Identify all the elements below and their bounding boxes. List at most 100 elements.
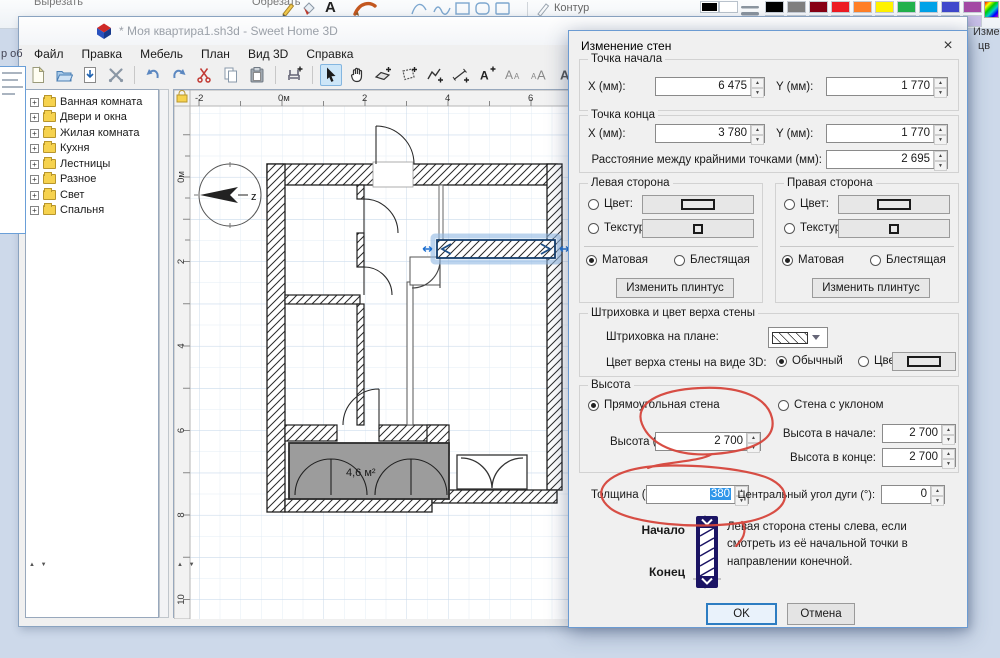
expand-icon[interactable]: + [30, 98, 39, 107]
edit-colors-icon[interactable] [984, 1, 999, 18]
expand-icon[interactable]: + [30, 160, 39, 169]
top-color-button[interactable] [892, 352, 956, 371]
add-text-icon[interactable]: A [476, 64, 498, 86]
right-color-button[interactable] [838, 195, 950, 214]
x-end-spinner[interactable]: 3 780 [655, 124, 765, 143]
palette-swatch[interactable] [765, 1, 784, 13]
create-walls-icon[interactable] [372, 64, 394, 86]
svg-text:A: A [514, 72, 520, 81]
palette-swatch[interactable] [853, 1, 872, 13]
palette-swatch[interactable] [897, 1, 916, 13]
catalog-category-bedroom[interactable]: +Спальня [30, 203, 104, 217]
expand-icon[interactable]: + [30, 129, 39, 138]
menu-file[interactable]: Файл [25, 47, 73, 61]
distance-spinner[interactable]: 2 695 [826, 150, 948, 169]
catalog-category-staircases[interactable]: +Лестницы [30, 157, 110, 171]
expand-icon[interactable]: + [30, 144, 39, 153]
balcony-room[interactable]: 4,6 м² [289, 443, 449, 499]
menu-view3d[interactable]: Вид 3D [239, 47, 297, 61]
furniture-catalog-panel[interactable]: +Ванная комната +Двери и окна +Жилая ком… [25, 89, 159, 618]
pan-tool-icon[interactable] [346, 64, 368, 86]
copy-icon[interactable] [220, 64, 242, 86]
catalog-scroll-arrows[interactable]: ▲ ▼ [29, 562, 49, 568]
expand-icon[interactable]: + [30, 113, 39, 122]
sloping-wall-radio[interactable]: Стена с уклоном [778, 399, 884, 411]
menu-plan[interactable]: План [192, 47, 239, 61]
menu-help[interactable]: Справка [297, 47, 362, 61]
select-tool-icon[interactable] [320, 64, 342, 86]
contour-pencil-icon[interactable] [536, 2, 551, 17]
catalog-category-kitchen[interactable]: +Кухня [30, 141, 89, 155]
secondary-color-well[interactable] [719, 1, 738, 13]
height-start-spinner[interactable]: 2 700 [882, 424, 956, 443]
left-color-radio[interactable]: Цвет: [588, 198, 633, 210]
expand-icon[interactable]: + [30, 191, 39, 200]
floor-plan-canvas[interactable]: z [174, 90, 570, 619]
add-furniture-icon[interactable] [283, 64, 305, 86]
menu-furniture[interactable]: Мебель [131, 47, 192, 61]
new-document-icon[interactable] [27, 64, 49, 86]
left-baseboard-button[interactable]: Изменить плинтус [616, 278, 734, 298]
ink-tool-icon[interactable] [301, 1, 317, 17]
catalog-category-living-room[interactable]: +Жилая комната [30, 126, 139, 140]
right-matte-radio[interactable]: Матовая [782, 254, 844, 266]
plan-scroll-arrows[interactable]: ▲ ▼ [177, 562, 197, 568]
palette-swatch[interactable] [809, 1, 828, 13]
palette-swatch[interactable] [919, 1, 938, 13]
page-setup-icon[interactable] [105, 64, 127, 86]
y-end-spinner[interactable]: 1 770 [826, 124, 948, 143]
cut-icon[interactable] [194, 64, 216, 86]
catalog-category-doors-windows[interactable]: +Двери и окна [30, 110, 127, 124]
pattern-dropdown[interactable] [768, 327, 828, 348]
cut-tool-label[interactable]: Вырезать [34, 0, 83, 8]
create-rooms-icon[interactable] [398, 64, 420, 86]
redo-icon[interactable] [168, 64, 190, 86]
create-dimensions-icon[interactable] [450, 64, 472, 86]
palette-swatch[interactable] [831, 1, 850, 13]
window-bottom-right[interactable] [457, 455, 527, 489]
plan-panel[interactable]: z [173, 89, 569, 618]
increase-text-size-icon[interactable]: AA [528, 64, 550, 86]
cancel-button[interactable]: Отмена [787, 603, 855, 625]
catalog-scrollbar[interactable] [159, 89, 169, 618]
pencil-icon[interactable] [280, 1, 296, 17]
catalog-category-bathroom[interactable]: +Ванная комната [30, 95, 142, 109]
palette-swatch[interactable] [787, 1, 806, 13]
top-color-default-radio[interactable]: Обычный [776, 355, 843, 367]
close-icon[interactable]: × [937, 35, 959, 57]
palette-swatch[interactable] [875, 1, 894, 13]
ok-button[interactable]: OK [706, 603, 777, 625]
create-polylines-icon[interactable] [424, 64, 446, 86]
expand-icon[interactable]: + [30, 206, 39, 215]
catalog-category-miscellaneous[interactable]: +Разное [30, 172, 96, 186]
contour-label[interactable]: Контур [554, 2, 589, 14]
rectangular-wall-radio[interactable]: Прямоугольная стена [588, 399, 720, 411]
height-end-spinner[interactable]: 2 700 [882, 448, 956, 467]
open-icon[interactable] [53, 64, 75, 86]
paste-icon[interactable] [246, 64, 268, 86]
right-glossy-radio[interactable]: Блестящая [870, 254, 946, 266]
right-texture-button[interactable] [838, 219, 950, 238]
arc-angle-spinner[interactable]: 0 [881, 485, 945, 504]
left-texture-button[interactable] [642, 219, 754, 238]
expand-icon[interactable]: + [30, 175, 39, 184]
left-matte-radio[interactable]: Матовая [586, 254, 648, 266]
catalog-category-lights[interactable]: +Свет [30, 188, 84, 202]
y-start-spinner[interactable]: 1 770 [826, 77, 948, 96]
selected-wall[interactable] [423, 236, 569, 262]
right-baseboard-button[interactable]: Изменить плинтус [812, 278, 930, 298]
undo-icon[interactable] [142, 64, 164, 86]
left-color-button[interactable] [642, 195, 754, 214]
menu-edit[interactable]: Правка [73, 47, 132, 61]
ruler-corner-lock-icon[interactable] [174, 90, 190, 106]
text-tool-icon[interactable]: A [325, 0, 336, 16]
palette-swatch[interactable] [963, 1, 982, 13]
right-color-radio[interactable]: Цвет: [784, 198, 829, 210]
decrease-text-size-icon[interactable]: AA [502, 64, 524, 86]
height-spinner[interactable]: 2 700 [655, 432, 761, 451]
primary-color-well[interactable] [700, 1, 719, 13]
save-icon[interactable] [79, 64, 101, 86]
x-start-spinner[interactable]: 6 475 [655, 77, 765, 96]
left-glossy-radio[interactable]: Блестящая [674, 254, 750, 266]
palette-swatch[interactable] [941, 1, 960, 13]
